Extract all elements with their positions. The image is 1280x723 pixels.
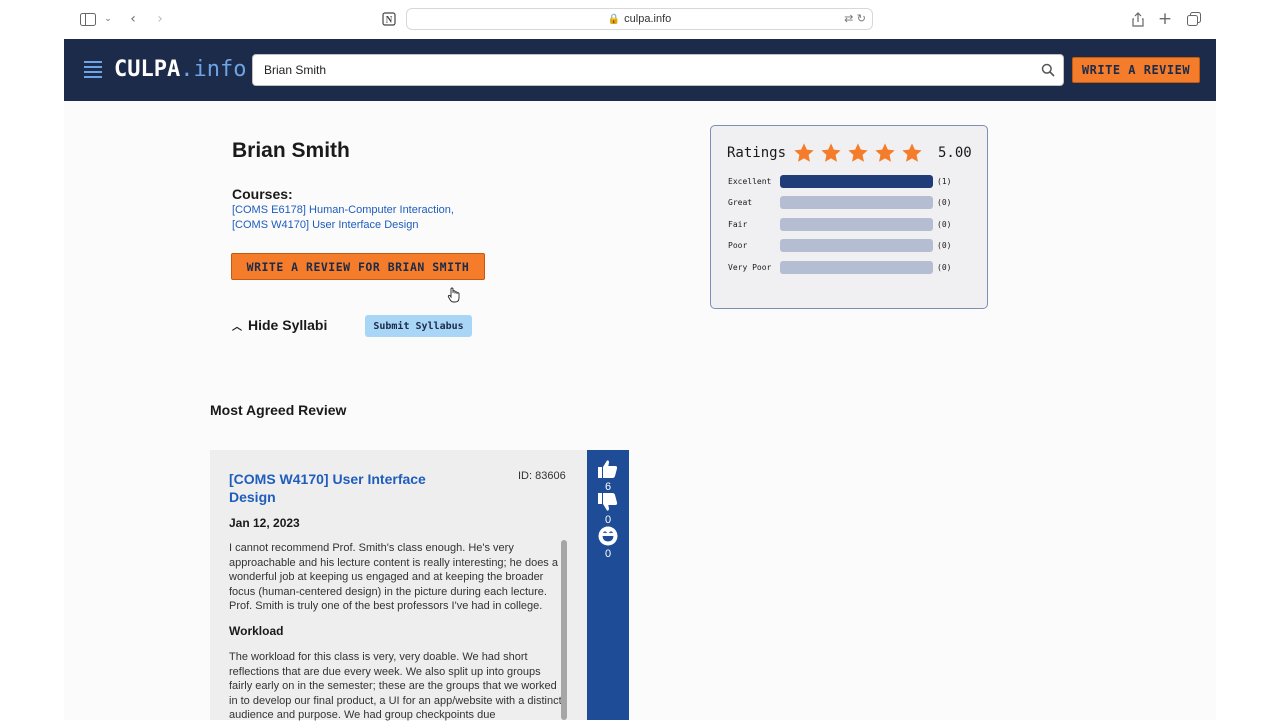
hamburger-menu-icon[interactable] xyxy=(84,61,102,78)
rating-bar xyxy=(780,196,933,209)
sidebar-toggle-icon[interactable] xyxy=(78,10,98,28)
course-link-coms-w4170[interactable]: [COMS W4170] User Interface Design xyxy=(232,219,418,231)
review-scrollbar[interactable] xyxy=(561,540,567,720)
star-icon xyxy=(821,143,841,162)
search-box[interactable] xyxy=(252,54,1064,86)
search-input[interactable] xyxy=(253,55,1013,85)
site-header: CULPA.info WRITE A REVIEW xyxy=(64,39,1216,101)
rating-bar xyxy=(780,239,933,252)
rating-count: (0) xyxy=(937,241,952,250)
rating-count: (1) xyxy=(937,177,952,186)
rating-row-great: Great (0) xyxy=(728,196,978,210)
share-icon[interactable] xyxy=(1128,10,1148,28)
submit-syllabus-button[interactable]: Submit Syllabus xyxy=(365,315,472,337)
review-date: Jan 12, 2023 xyxy=(229,516,300,530)
chevron-up-icon: ︿ xyxy=(232,321,242,333)
lock-icon: 🔒 xyxy=(607,13,621,25)
rating-bar-fill xyxy=(780,175,933,188)
address-bar[interactable]: 🔒 culpa.info ⇄ ↻ xyxy=(406,8,873,30)
rating-row-fair: Fair (0) xyxy=(728,218,978,232)
funny-count: 0 xyxy=(604,548,612,560)
courses-label: Courses: xyxy=(232,186,293,202)
most-agreed-heading: Most Agreed Review xyxy=(210,402,347,418)
course-link-coms-e6178[interactable]: [COMS E6178] Human-Computer Interaction, xyxy=(232,204,454,216)
translate-reload-icon[interactable]: ⇄ ↻ xyxy=(844,12,866,25)
star-icon xyxy=(794,143,814,162)
rating-label: Very Poor xyxy=(728,263,772,272)
rating-count: (0) xyxy=(937,220,952,229)
chevron-down-icon[interactable]: ⌄ xyxy=(98,10,118,28)
rating-bar xyxy=(780,261,933,274)
address-text: culpa.info xyxy=(624,13,672,25)
vote-column: 6 0 0 xyxy=(587,450,629,720)
professor-name: Brian Smith xyxy=(232,139,350,162)
browser-toolbar: ⌄ ‹ › N 🔒 culpa.info ⇄ ↻ + xyxy=(0,0,1280,39)
rating-value: 5.00 xyxy=(938,145,972,161)
write-review-for-professor-button[interactable]: WRITE A REVIEW FOR BRIAN SMITH xyxy=(231,253,485,280)
ratings-card: Ratings 5.00 Excellent (1) Great (0) Fai… xyxy=(710,125,988,309)
forward-icon[interactable]: › xyxy=(150,10,170,28)
review-body: I cannot recommend Prof. Smith's class e… xyxy=(229,542,558,612)
logo-suffix-text: .info xyxy=(180,57,247,82)
site-logo[interactable]: CULPA.info xyxy=(114,57,246,82)
rating-bar xyxy=(780,175,933,188)
star-icon xyxy=(902,143,922,162)
rating-count: (0) xyxy=(937,263,952,272)
workload-body: The workload for this class is very, ver… xyxy=(229,651,562,721)
review-card: [COMS W4170] User Interface Design ID: 8… xyxy=(210,450,587,721)
review-id: ID: 83606 xyxy=(518,470,566,482)
rating-count: (0) xyxy=(937,198,952,207)
notion-extension-icon[interactable]: N xyxy=(379,10,399,28)
svg-text:N: N xyxy=(386,15,393,25)
search-icon[interactable] xyxy=(1041,63,1055,77)
back-icon[interactable]: ‹ xyxy=(123,10,143,28)
star-icon xyxy=(848,143,868,162)
ratings-title: Ratings xyxy=(727,145,787,161)
logo-main-text: CULPA xyxy=(114,57,181,82)
workload-heading: Workload xyxy=(229,624,284,638)
header-write-review-button[interactable]: WRITE A REVIEW xyxy=(1072,57,1200,83)
star-icon xyxy=(875,143,895,162)
rating-label: Excellent xyxy=(728,177,772,186)
rating-row-very-poor: Very Poor (0) xyxy=(728,261,978,275)
thumbs-down-icon[interactable] xyxy=(597,492,619,512)
new-tab-icon[interactable]: + xyxy=(1155,9,1175,29)
rating-row-excellent: Excellent (1) xyxy=(728,175,978,189)
professor-page: Brian Smith Courses: [COMS E6178] Human-… xyxy=(64,101,1216,721)
review-course-link[interactable]: [COMS W4170] User Interface Design xyxy=(229,470,469,506)
rating-row-poor: Poor (0) xyxy=(728,239,978,253)
rating-label: Great xyxy=(728,198,753,207)
rating-label: Poor xyxy=(728,241,748,250)
thumbs-up-icon[interactable] xyxy=(597,459,619,479)
disagree-count: 0 xyxy=(604,514,612,526)
laughing-face-icon[interactable] xyxy=(597,526,619,546)
star-rating xyxy=(793,142,928,164)
rating-label: Fair xyxy=(728,220,748,229)
hand-cursor-icon xyxy=(447,287,460,303)
tab-overview-icon[interactable] xyxy=(1184,10,1204,28)
hide-syllabi-label: Hide Syllabi xyxy=(248,317,328,333)
hide-syllabi-toggle[interactable]: ︿ Hide Syllabi xyxy=(232,317,327,333)
rating-bar xyxy=(780,218,933,231)
